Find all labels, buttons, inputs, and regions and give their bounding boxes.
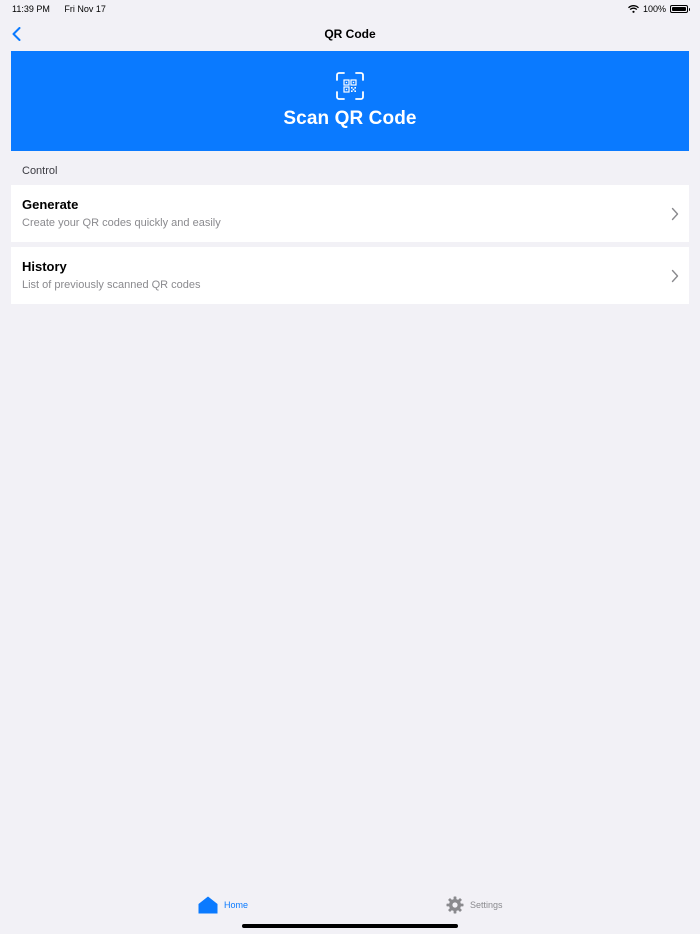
generate-title: Generate (22, 197, 79, 212)
home-icon (198, 896, 218, 914)
tab-settings-label: Settings (470, 900, 503, 910)
page-title: QR Code (324, 27, 376, 41)
history-title: History (22, 259, 67, 274)
chevron-right-icon (671, 207, 679, 221)
chevron-left-icon (12, 27, 20, 41)
tab-home[interactable]: Home (198, 896, 248, 914)
history-subtitle: List of previously scanned QR codes (22, 279, 201, 291)
status-left: 11:39 PM Fri Nov 17 (12, 4, 118, 14)
battery-icon (670, 5, 690, 13)
home-indicator (242, 924, 458, 928)
generate-row[interactable]: Generate Create your QR codes quickly an… (11, 185, 689, 242)
battery-percent: 100% (642, 4, 666, 14)
scan-qr-code-label: Scan QR Code (283, 108, 417, 129)
navigation-bar: QR Code (0, 22, 700, 46)
history-row[interactable]: History List of previously scanned QR co… (11, 247, 689, 304)
chevron-right-icon (671, 269, 679, 283)
status-time: 11:39 PM (12, 4, 50, 14)
tab-home-label: Home (224, 900, 249, 910)
status-bar: 11:39 PM Fri Nov 17 100% (0, 0, 700, 18)
status-date: Fri Nov 17 (64, 4, 106, 14)
wifi-icon (628, 5, 639, 13)
status-right: 100% (628, 4, 690, 14)
tab-bar: Home Settings (0, 884, 700, 934)
back-button[interactable] (6, 22, 26, 46)
app-screen: 11:39 PM Fri Nov 17 100% QR Code Scan QR… (0, 0, 700, 934)
generate-subtitle: Create your QR codes quickly and easily (22, 217, 221, 229)
qr-scan-icon (336, 72, 364, 100)
tab-settings[interactable]: Settings (446, 896, 503, 914)
gear-icon (446, 896, 464, 914)
scan-qr-code-button[interactable]: Scan QR Code (11, 51, 689, 151)
section-header-control: Control (22, 165, 58, 177)
